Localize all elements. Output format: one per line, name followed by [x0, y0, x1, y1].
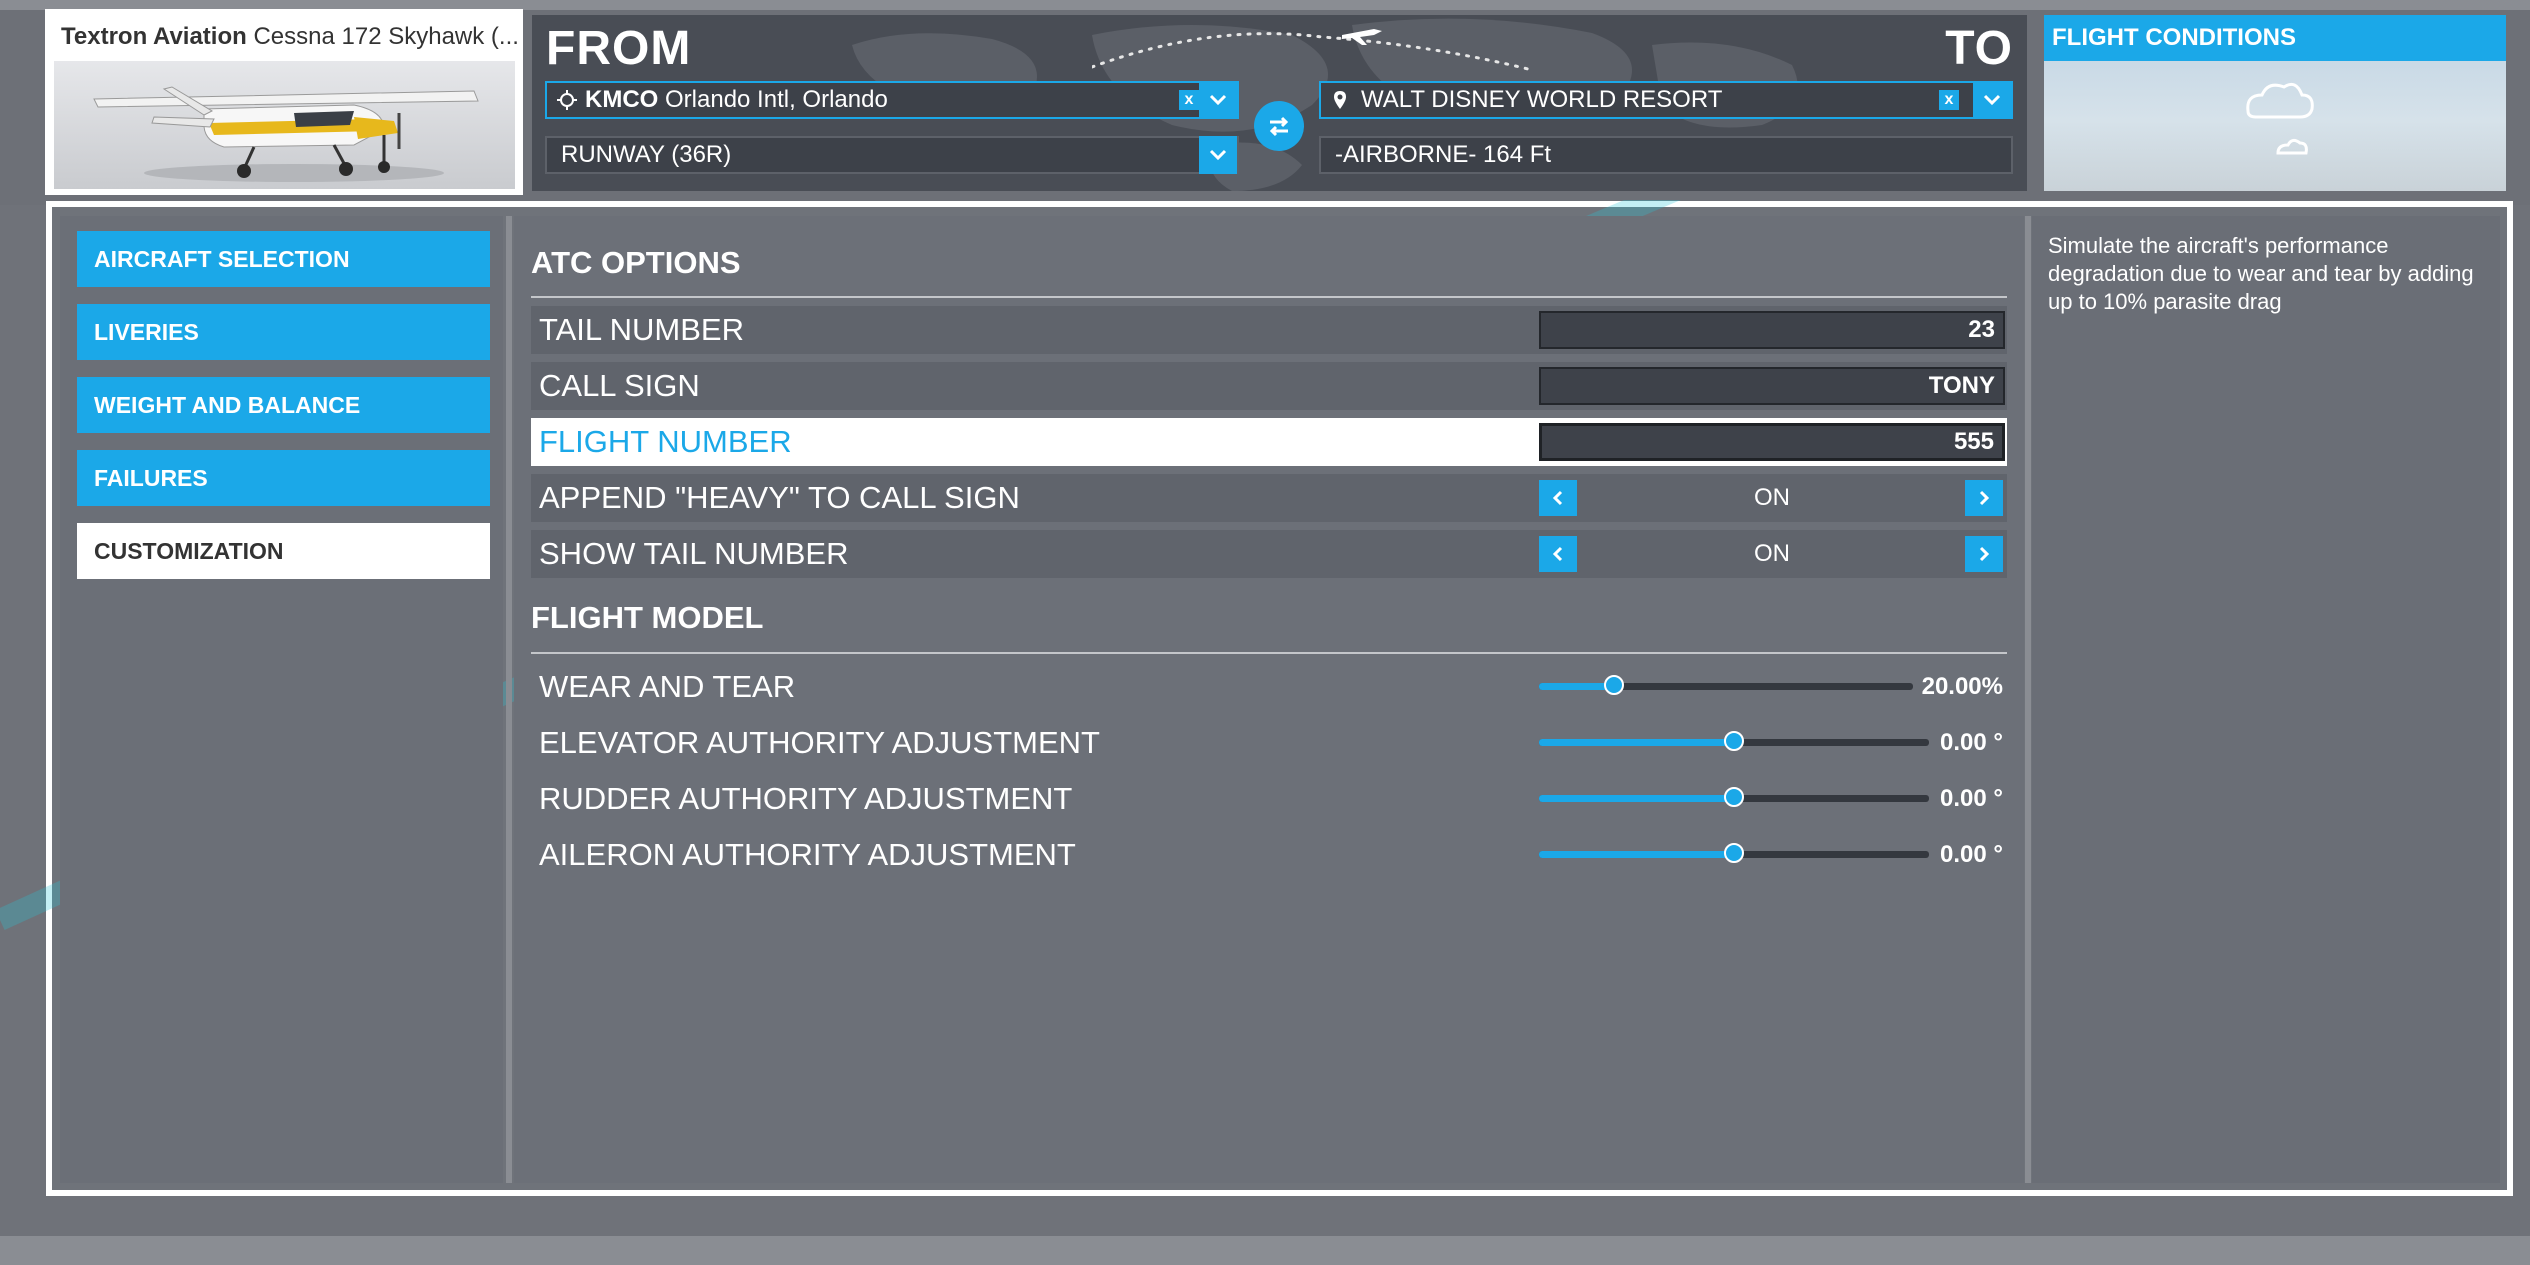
atc-options-divider [531, 296, 2007, 298]
chevron-down-icon [1209, 149, 1227, 161]
chevron-left-icon [1552, 546, 1563, 562]
flight-model-title: FLIGHT MODEL [531, 600, 764, 635]
chevron-left-icon [1552, 490, 1563, 506]
wear-and-tear-label: WEAR AND TEAR [539, 669, 796, 704]
departure-code: KMCO [585, 86, 659, 113]
atc-options-title: ATC OPTIONS [531, 245, 741, 280]
flight-path-icon [1092, 29, 1534, 72]
elevator-authority-slider-fill [1539, 739, 1734, 746]
elevator-authority-row: ELEVATOR AUTHORITY ADJUSTMENT 0.00 ° [531, 719, 2007, 767]
aileron-authority-slider-thumb[interactable] [1724, 843, 1744, 863]
tail-number-row: TAIL NUMBER 23 [531, 306, 2007, 354]
aircraft-manufacturer: Textron Aviation [61, 23, 247, 50]
call-sign-row: CALL SIGN TONY [531, 362, 2007, 410]
clear-destination-button[interactable]: x [1939, 90, 1959, 110]
departure-name: Orlando Intl, Orlando [665, 86, 888, 113]
chevron-down-icon [1983, 94, 2001, 106]
show-tail-number-row: SHOW TAIL NUMBER ON [531, 530, 2007, 578]
elevator-authority-value: 0.00 ° [1940, 729, 2003, 756]
location-target-icon [557, 90, 577, 110]
rudder-authority-value: 0.00 ° [1940, 785, 2003, 812]
cloud-icon [2246, 82, 2314, 155]
destination-dropdown-button[interactable] [1973, 81, 2011, 119]
call-sign-input[interactable]: TONY [1539, 367, 2005, 405]
rudder-authority-slider[interactable] [1539, 787, 1929, 807]
append-heavy-row: APPEND "HEAVY" TO CALL SIGN ON [531, 474, 2007, 522]
content-divider [2025, 216, 2031, 1183]
swap-icon [1269, 116, 1289, 137]
aircraft-title: Textron Aviation Cessna 172 Skyhawk (... [61, 23, 519, 51]
departure-text: KMCO Orlando Intl, Orlando [577, 86, 888, 114]
elevator-authority-slider-thumb[interactable] [1724, 731, 1744, 751]
show-tail-number-label: SHOW TAIL NUMBER [539, 536, 849, 571]
elevator-authority-slider[interactable] [1539, 731, 1929, 751]
clear-departure-button[interactable]: x [1179, 90, 1199, 110]
to-label: TO [1945, 22, 2013, 75]
departure-dropdown-button[interactable] [1199, 81, 1237, 119]
arrival-mode-text: -AIRBORNE- 164 Ft [1335, 141, 1552, 168]
runway-text: RUNWAY (36R) [561, 141, 732, 168]
sidebar-item-failures[interactable]: FAILURES [77, 450, 490, 506]
flight-conditions-card[interactable]: FLIGHT CONDITIONS [2044, 15, 2506, 191]
sidebar-item-aircraft-selection[interactable]: AIRCRAFT SELECTION [77, 231, 490, 287]
append-heavy-next-button[interactable] [1965, 480, 2003, 516]
wear-and-tear-slider-thumb[interactable] [1603, 675, 1624, 695]
rudder-authority-slider-thumb[interactable] [1724, 787, 1744, 807]
flight-model-divider [531, 652, 2007, 654]
wear-and-tear-value: 20.00% [1921, 673, 2003, 700]
chevron-right-icon [1979, 490, 1990, 506]
arrival-mode-field[interactable]: -AIRBORNE- 164 Ft [1319, 136, 2013, 174]
aileron-authority-label: AILERON AUTHORITY ADJUSTMENT [539, 837, 1076, 872]
show-tail-number-next-button[interactable] [1965, 536, 2003, 572]
append-heavy-prev-button[interactable] [1539, 480, 1577, 516]
departure-field[interactable]: KMCO Orlando Intl, Orlando x [545, 81, 1239, 119]
from-label: FROM [546, 22, 692, 75]
append-heavy-value: ON [1754, 484, 1790, 511]
destination-text: WALT DISNEY WORLD RESORT [1361, 86, 1723, 113]
aircraft-image [54, 61, 515, 189]
flight-conditions-label: FLIGHT CONDITIONS [2044, 15, 2506, 61]
aileron-authority-value: 0.00 ° [1940, 841, 2003, 868]
append-heavy-label: APPEND "HEAVY" TO CALL SIGN [539, 480, 1020, 515]
description-panel [2032, 216, 2500, 1183]
aircraft-model: Cessna 172 Skyhawk (... [253, 23, 519, 50]
swap-route-button[interactable] [1254, 101, 1304, 151]
rudder-authority-row: RUDDER AUTHORITY ADJUSTMENT 0.00 ° [531, 775, 2007, 823]
sidebar-divider [506, 216, 512, 1183]
rudder-authority-label: RUDDER AUTHORITY ADJUSTMENT [539, 781, 1073, 816]
wear-and-tear-slider[interactable] [1539, 675, 1913, 695]
wear-and-tear-slider-fill [1539, 683, 1614, 690]
sidebar-item-weight-and-balance[interactable]: WEIGHT AND BALANCE [77, 377, 490, 433]
chevron-right-icon [1979, 546, 1990, 562]
sidebar-item-customization[interactable]: CUSTOMIZATION [77, 523, 490, 579]
map-pin-icon [1334, 91, 1346, 109]
tail-number-input[interactable]: 23 [1539, 311, 2005, 349]
bottom-band [0, 1236, 2530, 1265]
destination-field[interactable]: WALT DISNEY WORLD RESORT x [1319, 81, 2013, 119]
aileron-authority-slider[interactable] [1539, 843, 1929, 863]
route-panel: FROM TO KMCO Orlando Intl, Orlando x RUN… [532, 15, 2027, 191]
flight-number-label: FLIGHT NUMBER [539, 424, 792, 459]
aileron-authority-row: AILERON AUTHORITY ADJUSTMENT 0.00 ° [531, 831, 2007, 879]
sidebar [60, 216, 503, 1183]
flight-number-row: FLIGHT NUMBER 555 [531, 418, 2007, 466]
sidebar-item-liveries[interactable]: LIVERIES [77, 304, 490, 360]
wear-and-tear-row: WEAR AND TEAR 20.00% [531, 663, 2007, 711]
runway-dropdown-button[interactable] [1199, 136, 1237, 174]
tail-number-label: TAIL NUMBER [539, 312, 744, 347]
show-tail-number-prev-button[interactable] [1539, 536, 1577, 572]
setting-description: Simulate the aircraft's performance degr… [2048, 233, 2474, 314]
chevron-down-icon [1209, 94, 1227, 106]
call-sign-label: CALL SIGN [539, 368, 700, 403]
rudder-authority-slider-fill [1539, 795, 1734, 802]
flight-number-input[interactable]: 555 [1539, 423, 2005, 461]
runway-field[interactable]: RUNWAY (36R) [545, 136, 1239, 174]
aileron-authority-slider-fill [1539, 851, 1734, 858]
aircraft-card[interactable]: Textron Aviation Cessna 172 Skyhawk (... [45, 9, 523, 195]
elevator-authority-label: ELEVATOR AUTHORITY ADJUSTMENT [539, 725, 1100, 760]
show-tail-number-value: ON [1754, 540, 1790, 567]
